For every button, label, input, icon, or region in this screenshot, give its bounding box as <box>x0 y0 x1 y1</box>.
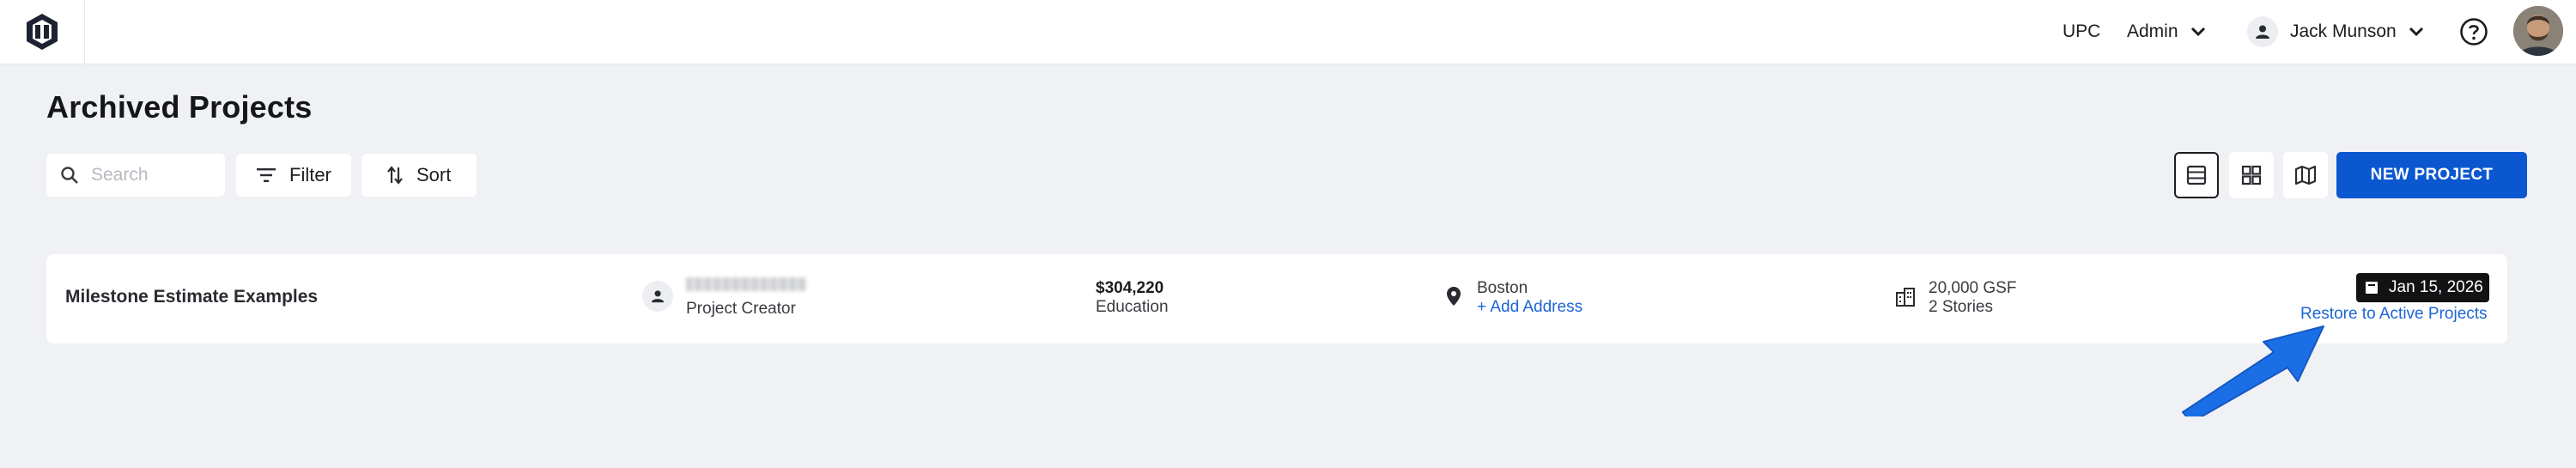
avatar[interactable] <box>2513 6 2563 56</box>
project-city: Boston <box>1477 279 1528 297</box>
org-label: UPC <box>2063 21 2101 41</box>
top-bar: UPC Admin Jack Munson <box>0 0 2576 64</box>
map-view-button[interactable] <box>2283 152 2328 198</box>
user-name: Jack Munson <box>2290 21 2397 41</box>
role-label: Admin <box>2127 21 2178 41</box>
location-pin-icon <box>1446 286 1461 311</box>
building-icon <box>1896 288 1915 311</box>
user-menu[interactable]: Jack Munson <box>2247 0 2424 64</box>
user-photo-icon <box>2513 6 2563 56</box>
org-switcher[interactable]: UPC <box>2063 0 2100 64</box>
sort-label: Sort <box>416 164 452 185</box>
sort-button[interactable]: Sort <box>361 154 477 197</box>
sort-icon <box>387 166 403 185</box>
user-icon <box>651 290 665 303</box>
role-dropdown[interactable]: Admin <box>2127 0 2206 64</box>
restore-link[interactable]: Restore to Active Projects <box>2300 305 2488 324</box>
filter-label: Filter <box>289 164 331 185</box>
project-card[interactable]: Milestone Estimate Examples Project Crea… <box>46 254 2507 343</box>
creator-role: Project Creator <box>686 300 796 318</box>
page-title: Archived Projects <box>46 89 313 125</box>
archive-box-icon <box>2365 281 2379 295</box>
annotation-arrow-icon <box>2182 325 2324 416</box>
help-icon <box>2460 18 2488 46</box>
filter-button[interactable]: Filter <box>236 154 351 197</box>
map-view-icon <box>2294 165 2317 185</box>
project-category: Education <box>1096 298 1169 316</box>
project-gsf: 20,000 GSF <box>1929 279 2017 297</box>
chevron-down-icon <box>2190 27 2206 37</box>
archived-date-badge: Jan 15, 2026 <box>2356 273 2489 302</box>
logo-icon <box>27 14 58 50</box>
creator-avatar <box>642 281 673 312</box>
chevron-down-icon <box>2409 27 2424 37</box>
add-address-link[interactable]: + Add Address <box>1477 298 1583 317</box>
search-icon <box>61 167 78 184</box>
user-icon <box>2247 16 2278 47</box>
search-input[interactable] <box>89 164 213 186</box>
app-logo[interactable] <box>0 0 85 64</box>
project-cost: $304,220 <box>1096 279 1164 297</box>
list-view-icon <box>2186 165 2207 185</box>
project-stories: 2 Stories <box>1929 298 1993 316</box>
grid-view-icon <box>2241 165 2262 185</box>
project-name[interactable]: Milestone Estimate Examples <box>65 287 318 307</box>
creator-name-redacted <box>686 277 806 291</box>
grid-view-button[interactable] <box>2229 152 2274 198</box>
filter-icon <box>257 168 276 182</box>
list-view-button[interactable] <box>2174 152 2219 198</box>
new-project-button[interactable]: NEW PROJECT <box>2336 152 2527 198</box>
help-button[interactable] <box>2459 0 2488 64</box>
search-box[interactable] <box>46 154 225 197</box>
archived-date: Jan 15, 2026 <box>2389 278 2483 296</box>
